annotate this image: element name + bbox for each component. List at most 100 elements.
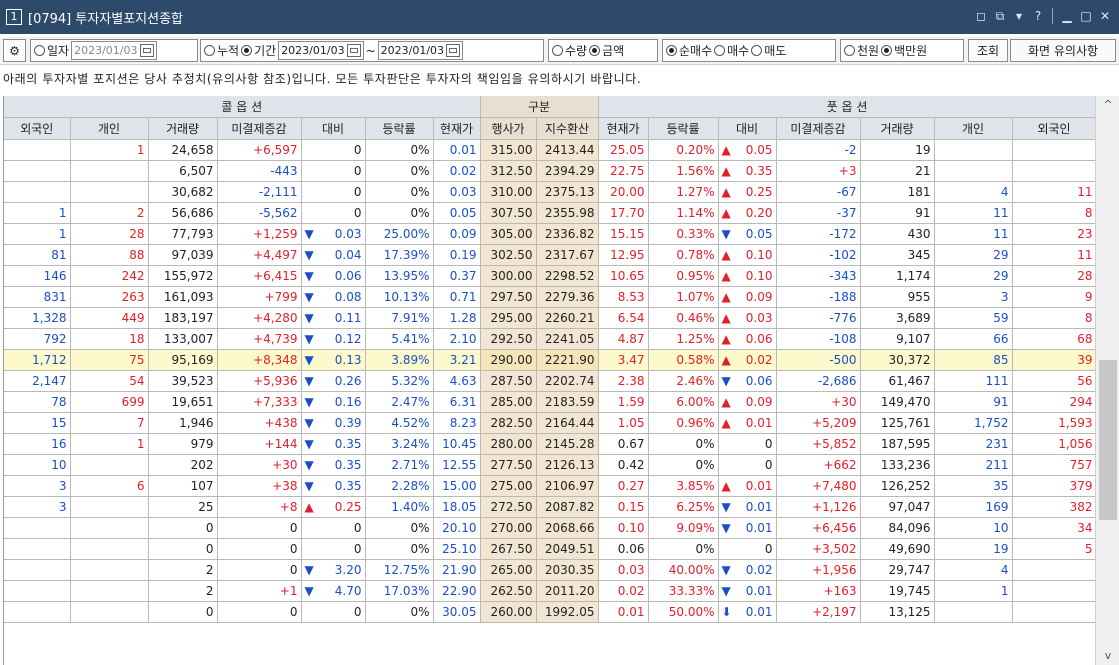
vertical-scrollbar[interactable]: ^ v <box>1095 96 1119 665</box>
help-icon[interactable]: ? <box>1030 8 1046 24</box>
link-icon[interactable]: ⧉ <box>992 8 1008 24</box>
scroll-thumb[interactable] <box>1099 360 1117 520</box>
table-cell <box>70 538 149 560</box>
table-cell: 0% <box>365 181 434 203</box>
table-cell: 0 <box>301 139 366 161</box>
table-cell: +438 <box>217 412 302 434</box>
radio-thousand-won[interactable]: 천원 <box>844 42 879 59</box>
date-to-input[interactable]: 2023/01/03 <box>377 41 464 60</box>
column-header: 거래량 <box>860 117 935 140</box>
table-row[interactable]: 2 0 ▼ 3.20 12.75% 21.90 265.00 2030.35 0.03 40.00… <box>4 559 1095 581</box>
table-row[interactable]: 3 25 +8 ▲ 0.25 1.40% 18.05 272.50 2087.82 0.15 6.2… <box>4 496 1095 518</box>
table-cell: 0 <box>718 454 777 476</box>
query-button[interactable]: 조회 <box>968 39 1008 62</box>
radio-period[interactable]: 기간 <box>241 42 276 59</box>
table-row[interactable]: 2,147 54 39,523 +5,936 ▼ 0.26 5.32% 4.63 287.50 2… <box>4 370 1095 392</box>
table-cell: 2279.36 <box>536 286 599 308</box>
close-icon[interactable]: ✕ <box>1097 8 1113 24</box>
table-cell: 0.33% <box>648 223 719 245</box>
table-cell: 0% <box>648 538 719 560</box>
table-cell: 30,682 <box>148 181 218 203</box>
table-row[interactable]: 78 699 19,651 +7,333 ▼ 0.16 2.47% 6.31 285.00 218… <box>4 391 1095 413</box>
table-cell: +8 <box>217 496 302 518</box>
minimize-icon[interactable]: ▁ <box>1059 8 1075 24</box>
settings-gear-icon[interactable]: ⚙ <box>3 39 26 62</box>
table-cell: 312.50 <box>480 160 537 182</box>
table-row[interactable]: 792 18 133,007 +4,739 ▼ 0.12 5.41% 2.10 292.50 22… <box>4 328 1095 350</box>
table-row[interactable]: 0 0 0 0% 20.10 270.00 2068.66 0.10 9.09% ▼ 0.01 +6,… <box>4 517 1095 539</box>
table-row[interactable]: 3 6 107 +38 ▼ 0.35 2.28% 15.00 275.00 2106.97 0.27… <box>4 475 1095 497</box>
screen-notes-button[interactable]: 화면 유의사항 <box>1010 39 1116 62</box>
table-row[interactable]: 1 2 56,686 -5,562 0 0% 0.05 307.50 2355.98 17.70 1… <box>4 202 1095 224</box>
table-row[interactable]: 30,682 -2,111 0 0% 0.03 310.00 2375.13 20.00 1.2… <box>4 181 1095 203</box>
table-cell: -443 <box>217 160 302 182</box>
radio-sell[interactable]: 매도 <box>751 42 786 59</box>
table-row[interactable]: 6,507 -443 0 0% 0.02 312.50 2394.29 22.75 1.56% ▲… <box>4 160 1095 182</box>
restore-icon[interactable]: ◻ <box>973 8 989 24</box>
table-cell: 22.90 <box>433 580 481 602</box>
table-cell: 11 <box>1012 181 1095 203</box>
table-cell: 295.00 <box>480 307 537 329</box>
table-row[interactable]: 146 242 155,972 +6,415 ▼ 0.06 13.95% 0.37 300.00… <box>4 265 1095 287</box>
column-header: 미결제증감 <box>217 117 302 140</box>
maximize-icon[interactable]: □ <box>1078 8 1094 24</box>
table-cell: 297.50 <box>480 286 537 308</box>
table-cell: 3 <box>4 475 71 497</box>
table-cell: 0 <box>718 433 777 455</box>
table-row[interactable]: 10 202 +30 ▼ 0.35 2.71% 12.55 277.50 2126.13 0.42… <box>4 454 1095 476</box>
table-cell: 4.52% <box>365 412 434 434</box>
table-row[interactable]: 81 88 97,039 +4,497 ▼ 0.04 17.39% 0.19 302.50 231… <box>4 244 1095 266</box>
table-cell: 13,125 <box>860 601 935 623</box>
table-row[interactable]: 0 0 0 0% 25.10 267.50 2049.51 0.06 0% 0 +3,502 49,6… <box>4 538 1095 560</box>
column-header: 개인 <box>70 117 149 140</box>
table-cell: -102 <box>776 244 861 266</box>
table-cell: 19,745 <box>860 580 935 602</box>
pin-icon[interactable]: ▾ <box>1011 8 1027 24</box>
table-cell: 0 <box>718 538 777 560</box>
period-option-group: 누적 기간 2023/01/03 ~ 2023/01/03 <box>200 39 544 62</box>
table-cell: 133,236 <box>860 454 935 476</box>
table-row[interactable]: 831 263 161,093 +799 ▼ 0.08 10.13% 0.71 297.50 22… <box>4 286 1095 308</box>
table-cell <box>934 601 1013 623</box>
table-cell: 25 <box>148 496 218 518</box>
table-cell: 0.02 <box>433 160 481 182</box>
table-row[interactable]: 1 24,658 +6,597 0 0% 0.01 315.00 2413.44 25.05 0.… <box>4 139 1095 161</box>
table-cell: 0 <box>148 517 218 539</box>
radio-amount[interactable]: 금액 <box>589 42 624 59</box>
table-cell: ▲ 0.02 <box>718 349 777 371</box>
table-cell: 310.00 <box>480 181 537 203</box>
table-cell <box>1012 160 1095 182</box>
table-row[interactable]: 16 1 979 +144 ▼ 0.35 3.24% 10.45 280.00 2145.28 0.… <box>4 433 1095 455</box>
table-row[interactable]: 15 7 1,946 +438 ▼ 0.39 4.52% 8.23 282.50 2164.44 1… <box>4 412 1095 434</box>
table-cell: 3.89% <box>365 349 434 371</box>
table-row[interactable]: 1 28 77,793 +1,259 ▼ 0.03 25.00% 0.09 305.00 2336… <box>4 223 1095 245</box>
date-from-input[interactable]: 2023/01/03 <box>278 41 364 60</box>
table-row[interactable]: 0 0 0 0% 30.05 260.00 1992.05 0.01 50.00% ⬇ 0.01 +2… <box>4 601 1095 623</box>
table-cell: 50.00% <box>648 601 719 623</box>
scroll-down-icon[interactable]: v <box>1100 649 1116 663</box>
radio-cumulative[interactable]: 누적 <box>204 42 239 59</box>
radio-buy[interactable]: 매수 <box>714 42 749 59</box>
table-cell: 242 <box>70 265 149 287</box>
single-date-input[interactable]: 2023/01/03 <box>71 41 157 60</box>
radio-quantity[interactable]: 수량 <box>552 42 587 59</box>
radio-net-buy[interactable]: 순매수 <box>666 42 712 59</box>
table-cell: 0.09 <box>433 223 481 245</box>
table-cell: 133,007 <box>148 328 218 350</box>
table-cell: 126,252 <box>860 475 935 497</box>
table-cell: 1,593 <box>1012 412 1095 434</box>
table-row[interactable]: 1,712 75 95,169 +8,348 ▼ 0.13 3.89% 3.21 290.00 2… <box>4 349 1095 371</box>
table-cell: 0 <box>301 160 366 182</box>
table-row[interactable]: 2 +1 ▼ 4.70 17.03% 22.90 262.50 2011.20 0.02 33.3… <box>4 580 1095 602</box>
table-cell: ▲ 0.10 <box>718 244 777 266</box>
table-row[interactable]: 1,328 449 183,197 +4,280 ▼ 0.11 7.91% 1.28 295.0… <box>4 307 1095 329</box>
table-cell <box>70 559 149 581</box>
scroll-up-icon[interactable]: ^ <box>1100 98 1116 112</box>
table-cell: 66 <box>934 328 1013 350</box>
radio-million-won[interactable]: 백만원 <box>881 42 927 59</box>
table-cell: 275.00 <box>480 475 537 497</box>
table-cell: 24,658 <box>148 139 218 161</box>
table-cell: 1,328 <box>4 307 71 329</box>
table-cell: 2394.29 <box>536 160 599 182</box>
radio-day[interactable]: 일자 <box>34 42 69 59</box>
